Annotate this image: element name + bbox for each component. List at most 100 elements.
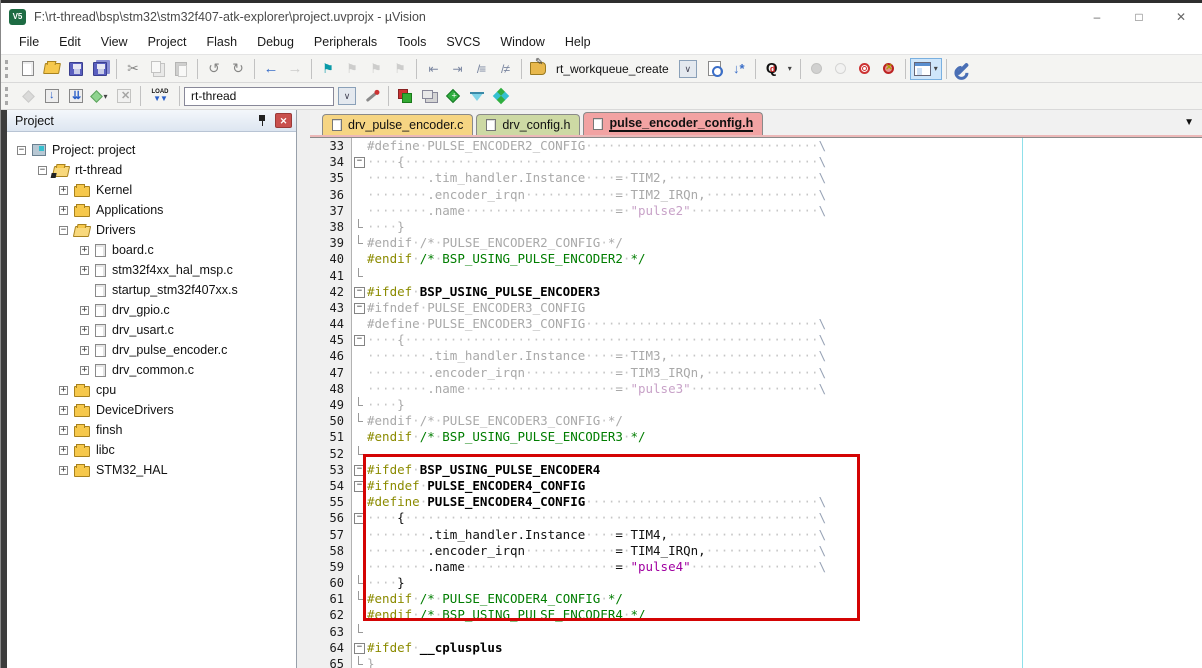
target-combo[interactable]: rt-thread — [184, 87, 334, 106]
menu-item-tools[interactable]: Tools — [387, 32, 436, 52]
tab-overflow-icon[interactable]: ▼ — [1184, 117, 1194, 128]
target-combo-dropdown-icon[interactable]: ∨ — [338, 87, 356, 105]
fold-marker-icon[interactable] — [352, 332, 367, 348]
tree-item-drv-common-c[interactable]: +drv_common.c — [7, 360, 296, 380]
code-line-49[interactable]: 49····} — [310, 397, 1202, 413]
tree-item-project-project[interactable]: −Project: project — [7, 140, 296, 160]
tree-item-libc[interactable]: +libc — [7, 440, 296, 460]
menu-item-window[interactable]: Window — [490, 32, 554, 52]
tree-item-startup-stm32f407xx-s[interactable]: startup_stm32f407xx.s — [7, 280, 296, 300]
tree-item-stm32-hal[interactable]: +STM32_HAL — [7, 460, 296, 480]
clear-bookmarks-icon[interactable]: ⚑ — [388, 58, 412, 80]
auto-hide-pin-icon[interactable] — [257, 114, 267, 127]
code-line-63[interactable]: 63 — [310, 624, 1202, 640]
code-line-37[interactable]: 37········.name····················=·"pu… — [310, 203, 1202, 219]
disable-all-breakpoints-icon[interactable] — [853, 58, 877, 80]
new-file-icon[interactable] — [16, 58, 40, 80]
tree-expander-icon[interactable]: + — [80, 346, 89, 355]
navigate-forward-icon[interactable]: → — [283, 58, 307, 80]
window-layout-button[interactable]: ▾ — [910, 58, 942, 80]
tree-item-board-c[interactable]: +board.c — [7, 240, 296, 260]
code-line-41[interactable]: 41 — [310, 268, 1202, 284]
tree-expander-icon[interactable]: + — [80, 366, 89, 375]
code-line-38[interactable]: 38····} — [310, 219, 1202, 235]
function-browse-icon[interactable] — [526, 58, 550, 80]
goto-definition-icon[interactable]: ↓* — [727, 58, 751, 80]
menu-item-file[interactable]: File — [9, 32, 49, 52]
copy-icon[interactable] — [145, 58, 169, 80]
next-bookmark-icon[interactable]: ⚑ — [364, 58, 388, 80]
code-line-40[interactable]: 40#endif·/*·BSP_USING_PULSE_ENCODER2·*/ — [310, 251, 1202, 267]
tree-expander-icon[interactable]: + — [59, 426, 68, 435]
debug-session-icon[interactable]: Qd — [760, 58, 784, 80]
code-line-47[interactable]: 47········.encoder_irqn············=·TIM… — [310, 365, 1202, 381]
menu-item-view[interactable]: View — [91, 32, 138, 52]
tree-item-drv-gpio-c[interactable]: +drv_gpio.c — [7, 300, 296, 320]
redo-icon[interactable]: ↻ — [226, 58, 250, 80]
close-icon[interactable]: ✕ — [1160, 5, 1202, 29]
enable-breakpoint-icon[interactable] — [829, 58, 853, 80]
toolbar-grip[interactable] — [5, 60, 13, 78]
stop-build-icon[interactable] — [112, 85, 136, 107]
fold-marker-icon[interactable] — [352, 154, 367, 170]
tree-expander-icon[interactable]: − — [17, 146, 26, 155]
code-line-33[interactable]: 33#define·PULSE_ENCODER2_CONFIG·········… — [310, 138, 1202, 154]
debug-session-dropdown-icon[interactable]: ▾ — [784, 58, 796, 80]
code-line-64[interactable]: 64#ifdef·__cplusplus — [310, 640, 1202, 656]
unindent-icon[interactable]: ⇤ — [421, 58, 445, 80]
tree-expander-icon[interactable]: + — [80, 306, 89, 315]
insert-bookmark-icon[interactable]: ⚑ — [316, 58, 340, 80]
paste-icon[interactable] — [169, 58, 193, 80]
translate-icon[interactable] — [16, 85, 40, 107]
code-line-51[interactable]: 51#endif·/*·BSP_USING_PULSE_ENCODER3·*/ — [310, 429, 1202, 445]
tree-expander-icon[interactable]: + — [59, 186, 68, 195]
code-editor[interactable]: 33#define·PULSE_ENCODER2_CONFIG·········… — [310, 138, 1202, 668]
rebuild-icon[interactable] — [64, 85, 88, 107]
navigate-back-icon[interactable]: ← — [259, 58, 283, 80]
tree-item-finsh[interactable]: +finsh — [7, 420, 296, 440]
tree-expander-icon[interactable]: + — [80, 326, 89, 335]
pack-installer-icon[interactable] — [489, 85, 513, 107]
menu-item-debug[interactable]: Debug — [247, 32, 304, 52]
manage-run-time-environment-icon[interactable] — [441, 85, 465, 107]
tree-expander-icon[interactable]: + — [59, 406, 68, 415]
save-icon[interactable] — [64, 58, 88, 80]
tree-expander-icon[interactable]: + — [59, 386, 68, 395]
insert-breakpoint-icon[interactable] — [805, 58, 829, 80]
code-line-50[interactable]: 50#endif·/*·PULSE_ENCODER3_CONFIG·*/ — [310, 413, 1202, 429]
tree-expander-icon[interactable]: − — [59, 226, 68, 235]
code-line-43[interactable]: 43#ifndef·PULSE_ENCODER3_CONFIG — [310, 300, 1202, 316]
fold-marker-icon[interactable] — [352, 300, 367, 316]
panel-splitter[interactable] — [297, 110, 310, 668]
tree-expander-icon[interactable]: + — [80, 246, 89, 255]
tree-item-applications[interactable]: +Applications — [7, 200, 296, 220]
download-icon[interactable]: LOAD▼▼ — [145, 85, 175, 107]
open-file-icon[interactable] — [40, 58, 64, 80]
tree-item-drivers[interactable]: −Drivers — [7, 220, 296, 240]
code-line-36[interactable]: 36········.encoder_irqn············=·TIM… — [310, 187, 1202, 203]
menu-item-svcs[interactable]: SVCS — [436, 32, 490, 52]
build-icon[interactable] — [40, 85, 64, 107]
save-all-icon[interactable] — [88, 58, 112, 80]
function-combo-value[interactable]: rt_workqueue_create — [550, 62, 675, 76]
select-software-packs-icon[interactable] — [465, 85, 489, 107]
tree-expander-icon[interactable]: + — [59, 466, 68, 475]
manage-project-items-icon[interactable] — [417, 85, 441, 107]
flash-configure-icon[interactable] — [360, 85, 384, 107]
tree-expander-icon[interactable]: + — [80, 266, 89, 275]
fold-marker-icon[interactable] — [352, 284, 367, 300]
tree-expander-icon[interactable]: + — [59, 446, 68, 455]
batch-build-icon[interactable]: ▾ — [88, 85, 112, 107]
code-line-39[interactable]: 39#endif·/*·PULSE_ENCODER2_CONFIG·*/ — [310, 235, 1202, 251]
configure-tools-icon[interactable] — [951, 58, 975, 80]
find-in-files-icon[interactable] — [703, 58, 727, 80]
tree-item-stm32f4xx-hal-msp-c[interactable]: +stm32f4xx_hal_msp.c — [7, 260, 296, 280]
menu-item-peripherals[interactable]: Peripherals — [304, 32, 387, 52]
fold-marker-icon[interactable] — [352, 640, 367, 656]
menu-item-help[interactable]: Help — [555, 32, 601, 52]
code-line-65[interactable]: 65} — [310, 656, 1202, 668]
code-line-45[interactable]: 45····{·································… — [310, 332, 1202, 348]
editor-tab-pulse-encoder-config-h[interactable]: pulse_encoder_config.h — [583, 112, 763, 135]
code-line-48[interactable]: 48········.name····················=·"pu… — [310, 381, 1202, 397]
code-line-35[interactable]: 35········.tim_handler.Instance····=·TIM… — [310, 170, 1202, 186]
